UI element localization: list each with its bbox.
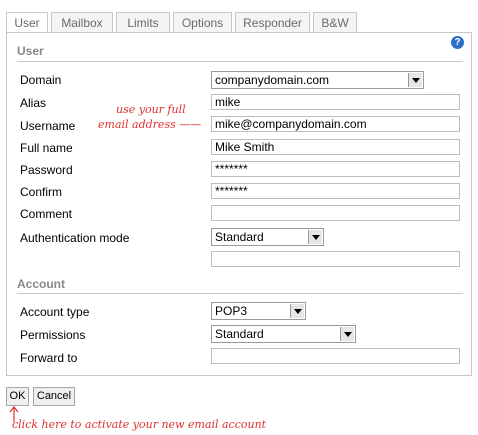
tab-bw[interactable]: B&W (313, 12, 357, 32)
chevron-down-icon (290, 304, 304, 318)
chevron-down-icon (408, 73, 422, 87)
comment-label: Comment (20, 207, 73, 221)
password-label: Password (20, 163, 73, 177)
username-field[interactable]: mike@companydomain.com (211, 116, 460, 132)
tab-options[interactable]: Options (173, 12, 232, 32)
cancel-button[interactable]: Cancel (33, 387, 75, 406)
user-settings-panel: ? User Domain companydomain.com Alias mi… (6, 32, 472, 376)
full-name-label: Full name (20, 141, 73, 155)
ok-annotation: click here to activate your new email ac… (12, 418, 267, 431)
confirm-password-field[interactable]: ******* (211, 183, 460, 199)
forward-to-label: Forward to (20, 351, 78, 365)
section-divider (17, 293, 463, 294)
permissions-value: Standard (215, 327, 264, 341)
tab-limits[interactable]: Limits (116, 12, 170, 32)
username-annotation-line2: email address —— (98, 118, 202, 131)
ok-button[interactable]: OK (6, 387, 29, 406)
forward-to-field[interactable] (211, 348, 460, 364)
help-icon[interactable]: ? (451, 36, 464, 49)
confirm-label: Confirm (20, 185, 63, 199)
username-label: Username (20, 119, 76, 133)
section-title-user: User (17, 44, 44, 58)
auth-mode-value: Standard (215, 230, 264, 244)
account-type-select[interactable]: POP3 (211, 302, 306, 320)
chevron-down-icon (340, 327, 354, 341)
password-field[interactable]: ******* (211, 161, 460, 177)
tab-mailbox[interactable]: Mailbox (51, 12, 113, 32)
alias-field[interactable]: mike (211, 94, 460, 110)
comment-field[interactable] (211, 205, 460, 221)
section-divider (17, 61, 463, 62)
account-type-value: POP3 (215, 304, 248, 318)
full-name-field[interactable]: Mike Smith (211, 139, 460, 155)
auth-mode-select[interactable]: Standard (211, 228, 324, 246)
chevron-down-icon (308, 230, 322, 244)
username-annotation-line1: use your full (116, 103, 186, 116)
permissions-select[interactable]: Standard (211, 325, 356, 343)
account-type-label: Account type (20, 305, 90, 319)
alias-label: Alias (20, 96, 47, 110)
auth-mode-label: Authentication mode (20, 231, 130, 245)
tab-responder[interactable]: Responder (235, 12, 310, 32)
auth-extra-field[interactable] (211, 251, 460, 267)
domain-select[interactable]: companydomain.com (211, 71, 424, 89)
tab-user[interactable]: User (6, 12, 48, 33)
domain-label: Domain (20, 73, 62, 87)
permissions-label: Permissions (20, 328, 86, 342)
section-title-account: Account (17, 277, 65, 291)
domain-value: companydomain.com (215, 73, 330, 87)
